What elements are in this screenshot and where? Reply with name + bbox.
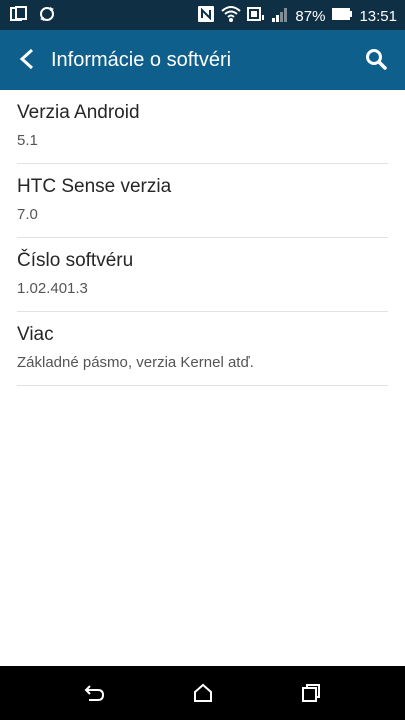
search-button[interactable] (361, 44, 391, 74)
status-left-icons (10, 5, 56, 28)
clock: 13:51 (359, 7, 397, 25)
nav-home-button[interactable] (190, 681, 216, 705)
list-item-android-version[interactable]: Verzia Android 5.1 (17, 90, 388, 164)
item-value: Základné pásmo, verzia Kernel atď. (17, 354, 254, 371)
status-right-icons: 87% 13:51 (197, 5, 397, 27)
status-bar: 87% 13:51 (0, 0, 405, 30)
item-value: 1.02.401.3 (17, 280, 88, 297)
copy-icon (10, 6, 28, 27)
battery-icon (331, 7, 353, 25)
list-item-software-number[interactable]: Číslo softvéru 1.02.401.3 (17, 238, 388, 312)
battery-text: 87% (295, 7, 326, 25)
wifi-icon (221, 5, 242, 27)
item-title: HTC Sense verzia (17, 176, 172, 197)
item-value: 7.0 (17, 206, 38, 223)
sim-icon (247, 5, 265, 27)
app-bar: Informácie o softvéri (0, 30, 405, 90)
item-title: Verzia Android (17, 102, 140, 123)
back-button[interactable] (12, 44, 42, 74)
list-item-more[interactable]: Viac Základné pásmo, verzia Kernel atď. (17, 312, 388, 386)
item-title: Číslo softvéru (17, 250, 134, 271)
signal-icon (271, 5, 289, 27)
item-value: 5.1 (17, 132, 38, 149)
navigation-bar (0, 666, 405, 720)
page-title: Informácie o softvéri (51, 49, 232, 71)
back-arrow-icon (19, 48, 34, 70)
nav-back-button[interactable] (82, 681, 108, 705)
home-icon (194, 683, 212, 702)
list-item-htc-sense-version[interactable]: HTC Sense verzia 7.0 (17, 164, 388, 238)
search-icon (366, 49, 387, 70)
nav-recents-button[interactable] (298, 681, 324, 705)
item-title: Viac (17, 324, 54, 345)
recents-icon (302, 684, 320, 702)
nfc-icon (197, 5, 215, 27)
settings-list: Verzia Android 5.1 HTC Sense verzia 7.0 … (0, 90, 405, 386)
back-icon (84, 685, 105, 701)
sync-icon (38, 5, 56, 28)
